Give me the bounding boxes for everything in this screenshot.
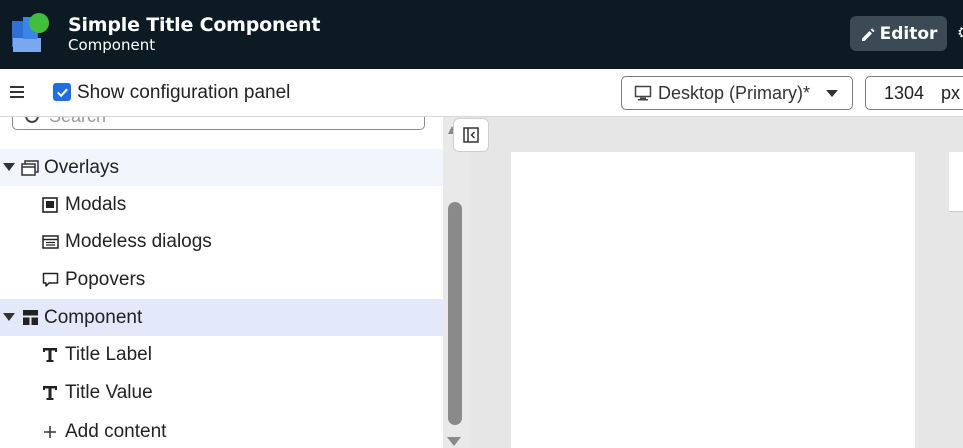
expand-triangle-icon[interactable] [3,163,15,171]
show-config-checkbox[interactable] [53,83,71,101]
page-title: Simple Title Component [68,14,321,36]
tree-item-modals[interactable]: Modals [0,186,443,223]
monitor-icon [634,85,652,101]
hamburger-menu-icon[interactable] [10,86,24,98]
tree-item-label: Overlays [44,156,119,178]
overlays-icon [21,159,39,177]
modeless-dialog-icon [41,233,59,251]
editor-button[interactable]: Editor [850,16,947,51]
width-value: 1304 [884,82,925,103]
collapse-panel-icon [463,127,479,143]
tree-item-title-value[interactable]: Title Value [0,374,443,411]
show-config-label[interactable]: Show configuration panel [77,82,290,104]
tree-item-component[interactable]: Component [0,299,443,336]
component-layout-icon [21,309,39,327]
editor-button-label: Editor [879,23,938,44]
tree-item-popovers[interactable]: Popovers [0,261,443,298]
page-subtitle: Component [68,36,156,54]
checkmark-icon [56,88,68,97]
tree-item-label: Popovers [65,268,146,290]
text-icon [41,384,59,402]
pencil-icon [861,27,875,41]
add-content-button[interactable]: Add content [0,413,443,448]
tree-item-label: Modeless dialogs [65,230,212,252]
app-logo [11,13,51,53]
chevron-down-icon [826,90,838,97]
search-input[interactable]: Search [12,117,425,130]
page-preview-secondary [949,152,963,212]
tree-item-modeless-dialogs[interactable]: Modeless dialogs [0,223,443,260]
popover-icon [41,271,59,289]
width-input[interactable]: 1304 px [865,76,963,110]
configuration-panel: Search Overlays Modals Modeless dialogs … [0,117,443,448]
add-content-label: Add content [65,420,167,442]
page-preview[interactable] [511,152,915,448]
tree-item-overlays[interactable]: Overlays [0,149,443,186]
modal-icon [41,196,59,214]
tree-item-title-label[interactable]: Title Label [0,336,443,373]
plus-icon [41,423,59,441]
tree-item-label: Modals [65,193,127,215]
device-select[interactable]: Desktop (Primary)* [621,76,853,110]
expand-triangle-icon[interactable] [3,313,15,321]
tree-item-label: Component [44,306,143,328]
app-header: Simple Title Component Component Editor … [0,0,963,69]
collapse-panel-button[interactable] [453,118,489,152]
tree-item-label: Title Label [65,343,152,365]
panel-scrollbar[interactable] [443,117,469,448]
scrollbar-thumb[interactable] [448,202,462,425]
toolbar: Show configuration panel Desktop (Primar… [0,69,963,117]
device-select-label: Desktop (Primary)* [658,82,811,103]
tree-item-label: Title Value [65,381,153,403]
design-canvas[interactable] [469,117,963,448]
search-icon [25,117,39,123]
search-placeholder: Search [49,117,106,126]
settings-icon[interactable]: ⚙ [957,23,963,42]
width-unit: px [941,82,961,103]
text-icon [41,346,59,364]
scroll-down-arrow-icon[interactable] [447,437,461,446]
